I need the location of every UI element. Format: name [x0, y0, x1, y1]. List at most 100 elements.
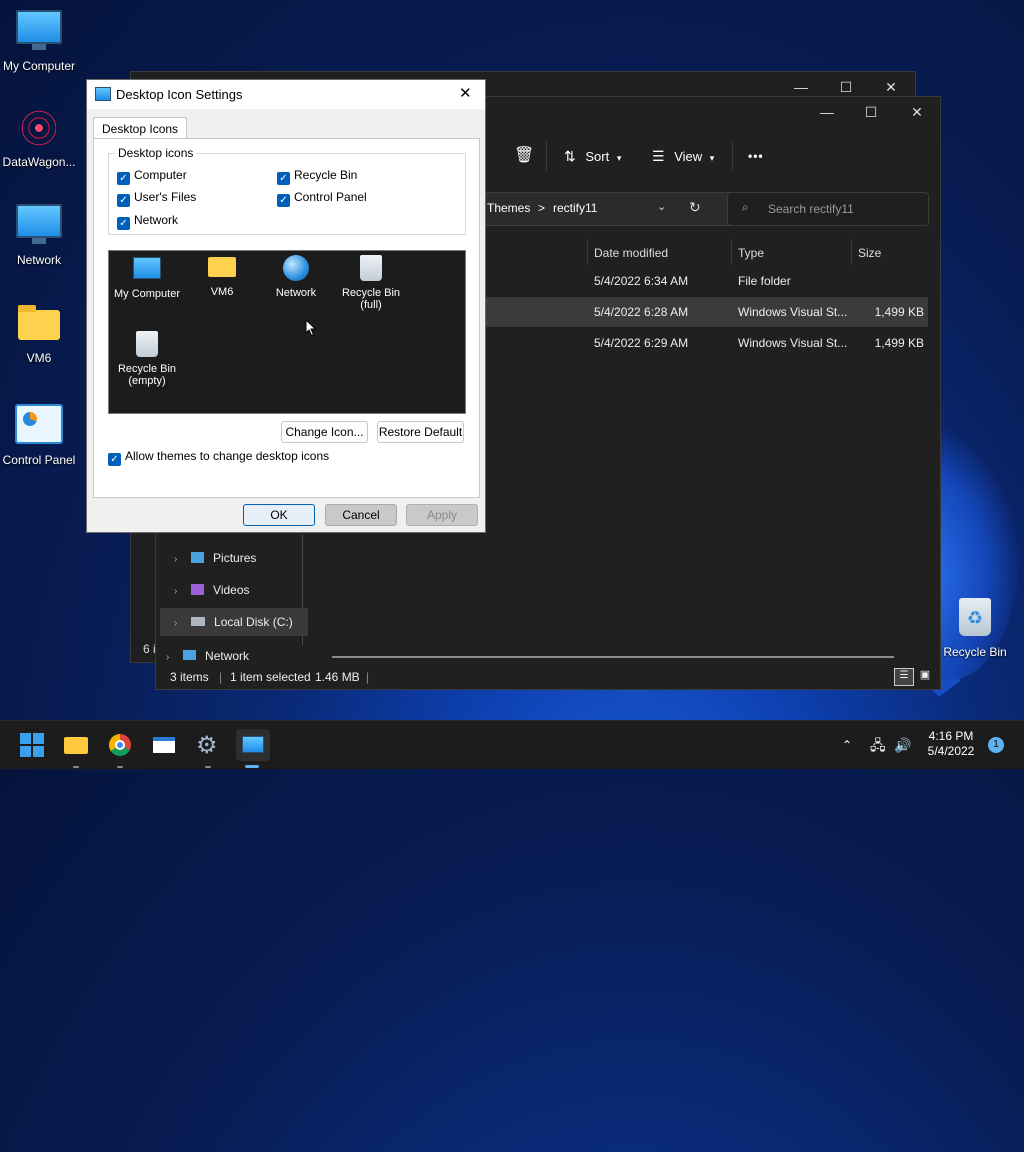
change-icon-button[interactable]: Change Icon...: [281, 421, 368, 443]
folder-icon: [64, 737, 88, 754]
window-app-icon: [153, 737, 175, 753]
desktop-icon-recycle-bin[interactable]: Recycle Bin: [936, 598, 1014, 659]
divider: [546, 141, 547, 171]
taskbar-file-explorer[interactable]: [60, 729, 92, 768]
tab-desktop-icons[interactable]: Desktop Icons: [93, 117, 188, 140]
desktop-icon-network[interactable]: Network: [0, 204, 78, 267]
sort-icon: ⇅: [564, 148, 576, 164]
desktop-icon-my-computer[interactable]: My Computer: [0, 10, 78, 73]
column-type[interactable]: Type: [738, 241, 764, 265]
network-status-icon[interactable]: 🖧: [870, 721, 886, 769]
clock-time: 4:16 PM: [928, 729, 974, 743]
nav-item-network[interactable]: › Network: [166, 647, 249, 665]
checkbox-network[interactable]: ✓ Network: [117, 212, 178, 230]
column-separator: [587, 239, 588, 265]
desktop-icon-datawagon[interactable]: DataWagon...: [0, 106, 78, 169]
breadcrumb-rectify11[interactable]: rectify11: [553, 201, 597, 215]
taskbar-desktop-icon-settings[interactable]: [236, 729, 270, 768]
chevron-right-icon: ›: [174, 586, 178, 597]
preview-item-recycle-bin-full[interactable]: Recycle Bin (full): [330, 255, 412, 311]
breadcrumb-themes[interactable]: Themes: [487, 201, 530, 215]
control-panel-icon: [15, 404, 63, 444]
checkmark-icon: ✓: [108, 453, 121, 466]
chevron-right-icon: ›: [174, 554, 178, 565]
column-separator: [731, 239, 732, 265]
notification-badge[interactable]: 1: [988, 737, 1004, 753]
datawagon-icon: [17, 106, 61, 150]
search-placeholder: Search rectify11: [768, 202, 854, 216]
horizontal-scrollbar[interactable]: [332, 656, 894, 658]
taskbar-chrome[interactable]: [104, 729, 136, 768]
tab-panel: Desktop icons ✓ Computer ✓ Recycle Bin ✓ Us…: [93, 138, 480, 498]
taskbar-app[interactable]: [148, 729, 180, 761]
desktop-icon-vm6[interactable]: VM6: [0, 305, 78, 365]
show-hidden-icons-chevron-up-icon[interactable]: ⌃: [842, 721, 852, 769]
group-label: Desktop icons: [115, 146, 197, 160]
status-bar: 3 items | 1 item selected 1.46 MB | ☰ ▣: [156, 665, 940, 689]
dialog-title-bar[interactable]: Desktop Icon Settings ✕: [87, 80, 485, 109]
file-row-selected[interactable]: 5/4/2022 6:28 AM Windows Visual St... 1,…: [486, 297, 928, 327]
icon-preview-list[interactable]: My Computer VM6 Network Recycle Bin (ful…: [108, 250, 466, 414]
preview-item-vm6[interactable]: VM6: [181, 257, 263, 298]
nav-item-local-disk[interactable]: › Local Disk (C:): [160, 608, 308, 636]
status-divider: |: [219, 670, 223, 684]
view-button[interactable]: ☰ View ▾: [652, 145, 714, 167]
desktop-icon-control-panel[interactable]: Control Panel: [0, 404, 78, 467]
network-icon: [283, 255, 309, 281]
chevron-down-icon: ▾: [709, 153, 715, 163]
checkbox-users-files[interactable]: ✓ User's Files: [117, 189, 196, 207]
restore-default-button[interactable]: Restore Default: [377, 421, 464, 443]
desktop-icon-settings-dialog[interactable]: Desktop Icon Settings ✕ Desktop Icons De…: [86, 79, 486, 533]
refresh-icon[interactable]: ↻: [689, 199, 701, 216]
file-row[interactable]: 5/4/2022 6:34 AM File folder: [486, 266, 928, 296]
close-icon[interactable]: ✕: [894, 97, 940, 127]
apply-button[interactable]: Apply: [406, 504, 478, 526]
nav-item-pictures[interactable]: › Pictures: [174, 544, 256, 572]
clock[interactable]: 4:16 PM 5/4/2022: [926, 729, 976, 759]
start-button[interactable]: [16, 729, 48, 761]
checkbox-computer[interactable]: ✓ Computer: [117, 167, 187, 185]
computer-icon: [16, 10, 62, 50]
status-item-count: 3 items: [170, 670, 209, 684]
desktop-icons-group: Desktop icons ✓ Computer ✓ Recycle Bin ✓ Us…: [108, 146, 466, 235]
chevron-right-icon: ›: [174, 618, 178, 629]
search-box[interactable]: ⌕ Search rectify11: [727, 192, 929, 226]
more-options-button[interactable]: •••: [748, 145, 764, 167]
close-icon[interactable]: ✕: [459, 84, 472, 102]
column-separator: [851, 239, 852, 265]
desktop-icon-settings-icon: [242, 736, 264, 753]
nav-item-videos[interactable]: › Videos: [174, 576, 250, 604]
delete-icon[interactable]: 🗑: [514, 145, 534, 167]
pictures-icon: [190, 552, 204, 563]
taskbar-settings[interactable]: ⚙: [192, 729, 224, 768]
mouse-cursor-icon: [305, 319, 317, 337]
cancel-button[interactable]: Cancel: [325, 504, 397, 526]
preview-item-recycle-bin-empty[interactable]: Recycle Bin (empty): [106, 331, 188, 387]
checkmark-icon: ✓: [277, 172, 290, 185]
preview-item-network[interactable]: Network: [255, 255, 337, 299]
preview-item-my-computer[interactable]: My Computer: [106, 257, 188, 300]
folder-icon: [18, 305, 60, 340]
maximize-icon[interactable]: ☐: [848, 97, 894, 127]
breadcrumb-separator: >: [538, 201, 546, 215]
column-date-modified[interactable]: Date modified: [594, 241, 668, 265]
gear-icon: ⚙: [196, 732, 218, 759]
file-row[interactable]: 5/4/2022 6:29 AM Windows Visual St... 1,…: [486, 328, 928, 358]
folder-icon: [208, 257, 236, 277]
ok-button[interactable]: OK: [243, 504, 315, 526]
checkbox-control-panel[interactable]: ✓ Control Panel: [277, 189, 367, 207]
checkbox-recycle-bin[interactable]: ✓ Recycle Bin: [277, 167, 357, 185]
volume-icon[interactable]: 🔊: [894, 721, 911, 769]
details-view-icon[interactable]: ☰: [894, 668, 914, 686]
chevron-down-icon[interactable]: ⌄: [657, 200, 666, 213]
tiles-view-icon[interactable]: ▣: [916, 668, 934, 684]
network-icon: [16, 204, 62, 244]
clock-date: 5/4/2022: [927, 744, 975, 758]
column-size[interactable]: Size: [858, 241, 881, 265]
recycle-bin-empty-icon: [136, 331, 158, 357]
status-selected: 1 item selected: [230, 670, 311, 684]
minimize-icon[interactable]: —: [804, 97, 850, 127]
checkbox-allow-themes[interactable]: ✓ Allow themes to change desktop icons: [108, 448, 329, 466]
sort-button[interactable]: ⇅ Sort ▾: [564, 145, 621, 167]
address-bar[interactable]: Themes > rectify11 ⌄ ↻: [476, 192, 744, 226]
